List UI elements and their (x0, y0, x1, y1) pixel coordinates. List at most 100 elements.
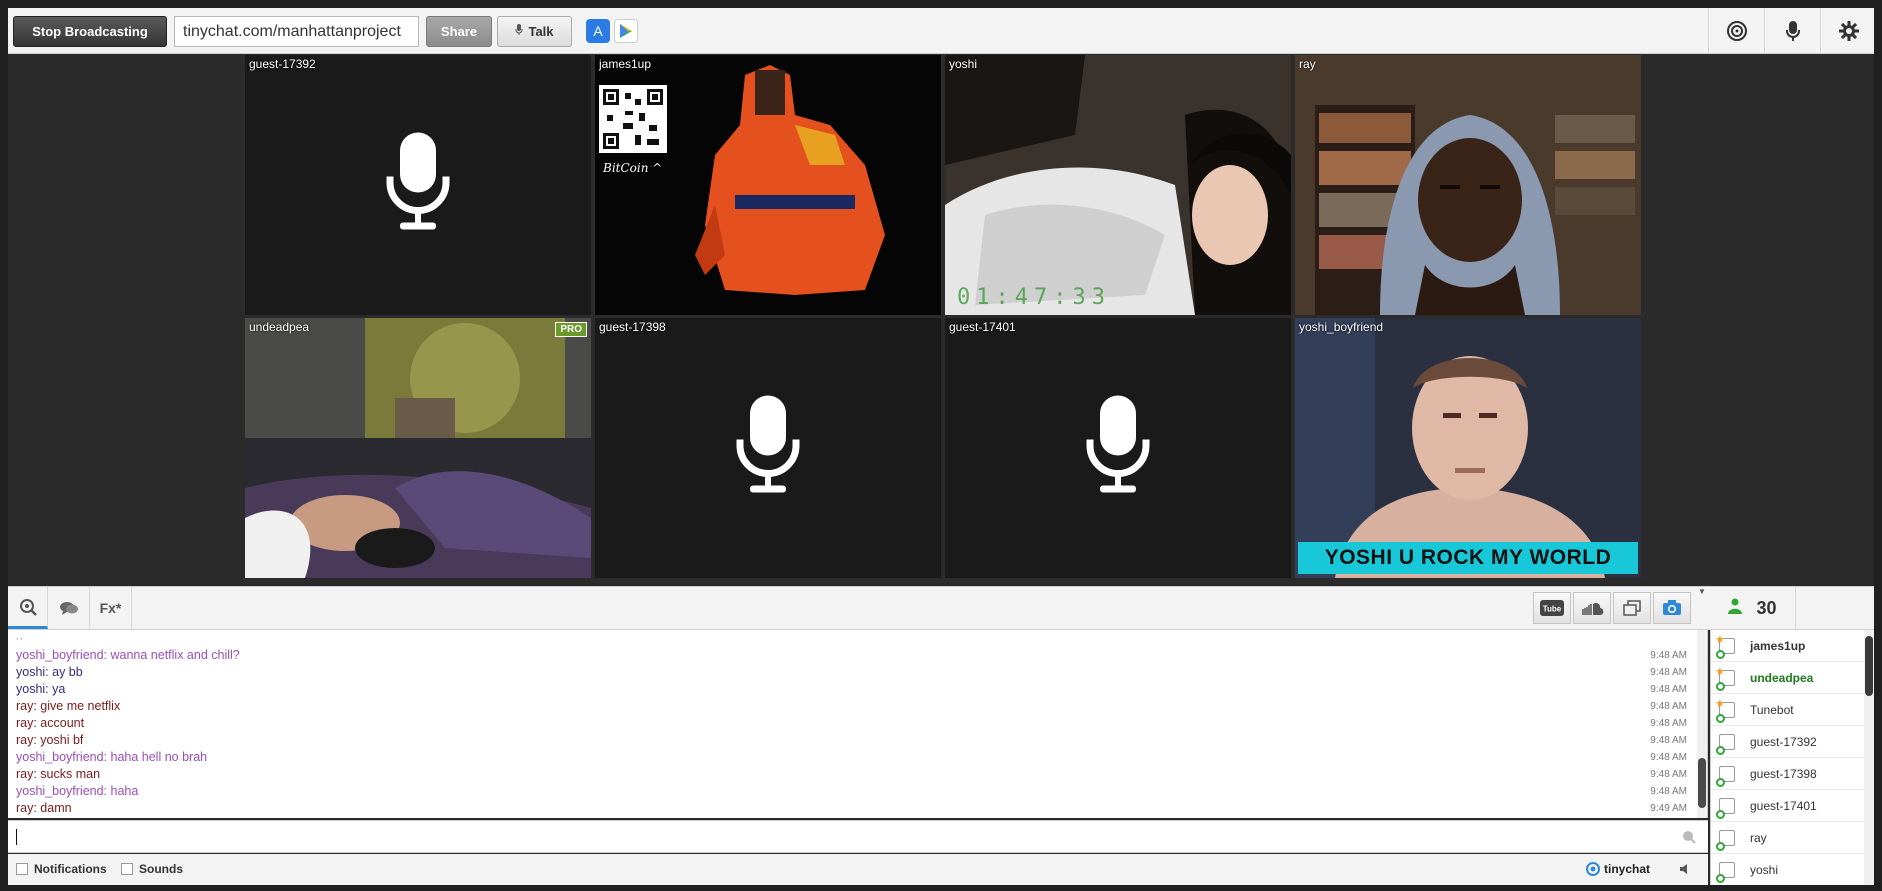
tile-username: guest-17401 (949, 320, 1016, 334)
online-status-icon (1716, 746, 1725, 755)
tile-username: ray (1299, 57, 1316, 71)
user-list-item[interactable]: ★ Tunebot (1711, 694, 1865, 726)
share-button[interactable]: Share (426, 16, 492, 47)
user-list-item[interactable]: ★ james1up (1711, 630, 1865, 662)
microphone-icon (736, 395, 800, 501)
notifications-checkbox[interactable] (16, 863, 28, 875)
user-list-item[interactable]: yoshi (1711, 854, 1865, 885)
chat-input[interactable] (14, 825, 1674, 849)
sounds-checkbox[interactable] (121, 863, 133, 875)
youtube-icon[interactable]: Tube (1533, 592, 1571, 624)
timestamp-overlay: 01:47:33 (957, 285, 1111, 310)
star-icon: ★ (1715, 698, 1725, 710)
speaker-icon[interactable] (1678, 862, 1692, 879)
message-text: yoshi_boyfriend: wanna netflix and chill… (16, 648, 240, 662)
video-tile-yoshi[interactable]: yoshi 01:47:33 (945, 55, 1291, 315)
tile-username: yoshi (949, 57, 978, 71)
online-status-icon (1716, 682, 1725, 691)
user-name: james1up (1750, 639, 1806, 653)
soundcloud-icon[interactable] (1573, 592, 1611, 624)
collapse-arrow-icon[interactable]: ▼ (1698, 587, 1708, 597)
star-icon: ★ (1715, 634, 1725, 646)
microphone-icon (515, 24, 523, 39)
user-list-scrollbar[interactable] (1864, 630, 1874, 885)
emoticon-icon[interactable] (1682, 830, 1696, 849)
video-tile-ray[interactable]: ray (1295, 55, 1641, 315)
chat-scroll-thumb[interactable] (1698, 758, 1706, 808)
user-list-item[interactable]: guest-17392 (1711, 726, 1865, 758)
message-time: 9:48 AM (1650, 735, 1687, 746)
room-url-field[interactable]: tinychat.com/manhattanproject (174, 16, 419, 47)
user-list-item[interactable]: ray (1711, 822, 1865, 854)
brand-name: tinychat (1604, 862, 1651, 876)
user-name: Tunebot (1750, 703, 1794, 717)
svg-text:Tube: Tube (1543, 605, 1562, 614)
user-list-item[interactable]: guest-17398 (1711, 758, 1865, 790)
camera-snapshot-icon[interactable] (1653, 592, 1691, 624)
user-list-item[interactable]: ★ undeadpea (1711, 662, 1865, 694)
message-time: 9:48 AM (1650, 667, 1687, 678)
video-tile-james1up[interactable]: james1up BitCoin ^ (595, 55, 941, 315)
webcam-feed (945, 55, 1291, 315)
chat-log[interactable]: , , yoshi_boyfriend: wanna netflix and c… (8, 630, 1708, 818)
webcam-feed (245, 318, 591, 578)
stop-broadcasting-button[interactable]: Stop Broadcasting (13, 16, 167, 47)
message-text: ray: yoshi bf (16, 733, 84, 747)
message-text: yoshi: ya (16, 682, 66, 696)
popout-window-icon[interactable] (1613, 592, 1651, 624)
tinychat-logo[interactable]: tinychat (1586, 862, 1650, 876)
message-time: 9:48 AM (1650, 701, 1687, 712)
top-toolbar: Stop Broadcasting tinychat.com/manhattan… (8, 8, 1874, 54)
star-icon: ★ (1715, 666, 1725, 678)
video-tile-undeadpea[interactable]: undeadpea PRO (245, 318, 591, 578)
message-time: 9:48 AM (1650, 650, 1687, 661)
tile-username: guest-17392 (249, 57, 316, 71)
app-store-icon[interactable]: A (586, 19, 610, 43)
user-name: guest-17392 (1750, 735, 1817, 749)
microphone-settings-icon[interactable] (1764, 8, 1820, 54)
user-list[interactable]: ★ james1up ★ undeadpea ★ Tunebot guest-17392 gu… (1710, 630, 1874, 885)
online-status-icon (1716, 842, 1725, 851)
message-text: ray: damn (16, 801, 72, 815)
message-time: 9:48 AM (1650, 752, 1687, 763)
chat-bubbles-icon[interactable] (48, 587, 90, 629)
effects-button[interactable]: Fx* (90, 587, 132, 629)
webcam-feed (1295, 55, 1641, 315)
video-tile-guest-17401[interactable]: guest-17401 (945, 318, 1291, 578)
chat-scrollbar[interactable] (1697, 630, 1707, 818)
notifications-label: Notifications (34, 862, 107, 876)
user-count-value: 30 (1756, 597, 1777, 618)
user-list-scroll-thumb[interactable] (1865, 636, 1873, 696)
tile-username: yoshi_boyfriend (1299, 320, 1384, 334)
user-name: undeadpea (1750, 671, 1814, 685)
online-status-icon (1716, 650, 1725, 659)
chat-footer: Notifications Sounds tinychat (8, 854, 1708, 885)
chat-input-row (8, 820, 1708, 853)
online-status-icon (1716, 714, 1725, 723)
online-status-icon (1716, 778, 1725, 787)
tinychat-logo-icon (1586, 862, 1600, 876)
message-time: 9:48 AM (1650, 718, 1687, 729)
tinychat-room: Stop Broadcasting tinychat.com/manhattan… (8, 8, 1874, 885)
video-tile-guest-17392[interactable]: guest-17392 (245, 55, 591, 315)
microphone-icon (386, 132, 450, 238)
video-grid: guest-17392 james1up BitCoin ^ yoshi 01:… (8, 55, 1874, 583)
user-count[interactable]: 30 (1710, 587, 1796, 629)
user-icon (1728, 598, 1743, 619)
talk-button[interactable]: Talk (497, 16, 572, 47)
video-tile-guest-17398[interactable]: guest-17398 (595, 318, 941, 578)
gear-icon[interactable] (1820, 8, 1876, 54)
truncated-line: , , (16, 632, 23, 641)
user-name: ray (1750, 831, 1767, 845)
camera-broadcast-icon[interactable] (1708, 8, 1764, 54)
chat-toolbar: Fx* Tube ▼ 30 (8, 586, 1874, 630)
user-list-item[interactable]: guest-17401 (1711, 790, 1865, 822)
webcam-feed (1295, 318, 1641, 578)
message-time: 9:49 AM (1650, 803, 1687, 814)
message-text: ray: give me netflix (16, 699, 121, 713)
google-play-icon[interactable] (614, 19, 638, 43)
online-status-icon (1716, 810, 1725, 819)
search-icon[interactable] (8, 587, 48, 629)
video-tile-yoshi-boyfriend[interactable]: yoshi_boyfriend YOSHI U ROCK MY WORLD (1295, 318, 1641, 578)
pro-badge: PRO (555, 322, 587, 337)
